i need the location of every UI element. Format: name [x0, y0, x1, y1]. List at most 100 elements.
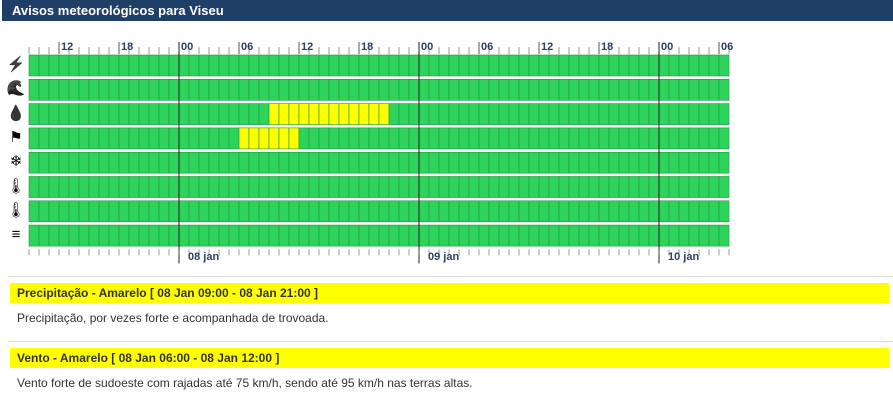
warning-cell-green	[28, 54, 40, 77]
warning-cell-green	[288, 176, 300, 198]
warning-description-precipitation: Precipitação, por vezes forte e acompanh…	[17, 311, 329, 325]
warning-cell-yellow	[328, 103, 340, 125]
warning-cell-yellow	[248, 127, 260, 150]
warning-cell-green	[158, 176, 170, 198]
warning-cell-green	[288, 200, 300, 223]
thermometer-cold-icon: 🌡	[6, 177, 26, 195]
warning-cell-green	[238, 200, 250, 223]
warning-cell-green	[478, 224, 490, 247]
warning-cell-green	[198, 151, 210, 174]
warning-cell-green	[358, 200, 370, 223]
warning-cell-green	[658, 176, 670, 198]
warning-cell-green	[28, 127, 40, 150]
warning-cell-green	[138, 224, 150, 247]
warning-cell-green	[498, 224, 510, 247]
warning-description-wind: Vento forte de sudoeste com rajadas até …	[17, 376, 473, 390]
warning-cell-green	[458, 224, 470, 247]
warning-cell-green	[478, 103, 490, 125]
warning-cell-green	[568, 79, 580, 101]
warning-cell-green	[498, 103, 510, 125]
warning-cell-green	[198, 127, 210, 150]
warning-cell-green	[218, 224, 230, 247]
warning-cell-green	[58, 79, 70, 101]
warning-cell-green	[298, 54, 310, 77]
warning-cell-green	[188, 200, 200, 223]
warning-cell-green	[468, 151, 480, 174]
warning-cell-green	[698, 176, 710, 198]
warning-cell-green	[38, 127, 50, 150]
warning-cell-green	[638, 176, 650, 198]
warning-cell-green	[58, 176, 70, 198]
rain-drops-icon: 💧	[6, 104, 26, 122]
warning-cell-green	[428, 200, 440, 223]
warning-cell-green	[588, 79, 600, 101]
warning-cell-green	[58, 200, 70, 223]
warning-cell-green	[118, 127, 130, 150]
warning-cell-green	[338, 79, 350, 101]
hour-tick-label: 12	[541, 41, 554, 53]
warning-cell-green	[68, 79, 80, 101]
warning-cell-green	[518, 54, 530, 77]
warning-cell-green	[598, 103, 610, 125]
warning-cell-green	[708, 224, 720, 247]
warning-cell-green	[338, 127, 350, 150]
warning-cell-yellow	[368, 103, 380, 125]
warning-cell-green	[258, 79, 270, 101]
warning-cell-green	[508, 200, 520, 223]
warning-cell-green	[568, 127, 580, 150]
warning-cell-green	[608, 200, 620, 223]
warning-cell-yellow	[298, 103, 310, 125]
warning-cell-green	[148, 54, 160, 77]
warning-cell-green	[608, 224, 620, 247]
warning-cell-green	[608, 79, 620, 101]
warning-cell-green	[388, 176, 400, 198]
warning-cell-green	[158, 127, 170, 150]
warning-cell-green	[78, 176, 90, 198]
warning-cell-green	[88, 127, 100, 150]
warning-cell-green	[718, 79, 730, 101]
warning-cell-green	[188, 103, 200, 125]
warning-cell-green	[68, 176, 80, 198]
warning-cell-green	[488, 200, 500, 223]
warning-cell-green	[448, 200, 460, 223]
warning-row	[28, 79, 730, 101]
warning-cell-green	[358, 224, 370, 247]
warning-cell-green	[208, 200, 220, 223]
day-label: 09 jan	[428, 251, 460, 263]
warning-cell-green	[628, 79, 640, 101]
warning-cell-green	[508, 176, 520, 198]
warning-cell-green	[348, 200, 360, 223]
warning-cell-green	[158, 151, 170, 174]
warning-cell-green	[168, 127, 180, 150]
warning-cell-green	[248, 151, 260, 174]
warning-cell-green	[48, 54, 60, 77]
warning-cell-green	[378, 224, 390, 247]
warning-cell-green	[148, 151, 160, 174]
warning-cell-green	[548, 127, 560, 150]
warning-cell-green	[708, 176, 720, 198]
warning-cell-green	[658, 79, 670, 101]
warning-cell-green	[668, 224, 680, 247]
warning-cell-green	[438, 79, 450, 101]
warning-row	[28, 151, 730, 174]
warning-cell-green	[668, 103, 680, 125]
warning-cell-green	[498, 176, 510, 198]
warning-cell-green	[398, 127, 410, 150]
warning-cell-green	[478, 176, 490, 198]
warning-cell-green	[568, 224, 580, 247]
warning-cell-green	[438, 200, 450, 223]
warning-cell-green	[98, 176, 110, 198]
warning-cell-green	[88, 54, 100, 77]
warning-cell-green	[298, 200, 310, 223]
warning-cell-green	[108, 103, 120, 125]
warning-cell-yellow	[278, 127, 290, 150]
warning-row	[28, 103, 730, 125]
warning-cell-green	[128, 200, 140, 223]
warning-cell-green	[448, 103, 460, 125]
warning-cell-green	[348, 151, 360, 174]
warning-cell-green	[518, 200, 530, 223]
warning-cell-green	[188, 127, 200, 150]
warning-cell-green	[668, 79, 680, 101]
warning-cell-green	[218, 127, 230, 150]
warning-cell-green	[368, 151, 380, 174]
